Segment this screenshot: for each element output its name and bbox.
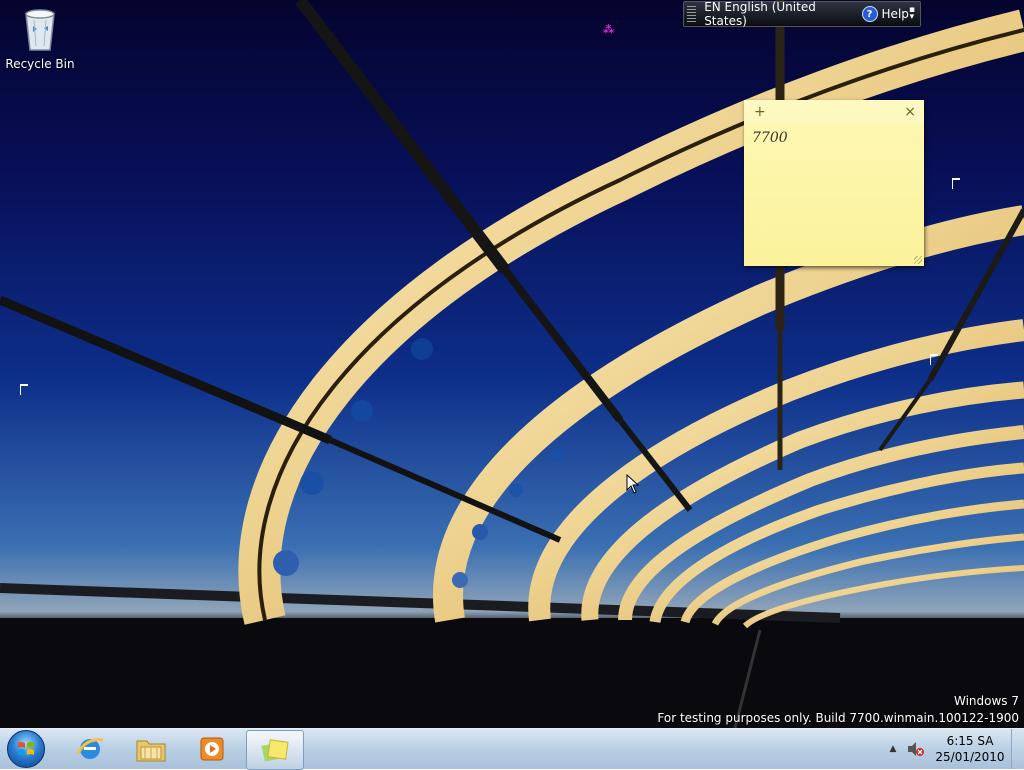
sticky-notes-icon <box>261 739 289 762</box>
show-hidden-icons-button[interactable]: ▲ <box>883 744 903 754</box>
options-menu-button[interactable]: ▪ ▾ <box>909 6 915 22</box>
windows-explorer-icon <box>136 740 166 762</box>
help-label: Help <box>881 7 909 21</box>
clock[interactable]: 6:15 SA 25/01/2010 <box>929 733 1011 765</box>
internet-explorer-button[interactable] <box>62 730 118 768</box>
clock-time: 6:15 SA <box>946 734 994 748</box>
build-watermark: Windows 7 For testing purposes only. Bui… <box>657 693 1019 727</box>
clock-date: 25/01/2010 <box>935 750 1005 764</box>
internet-explorer-icon <box>76 738 104 759</box>
grip-handle[interactable] <box>687 6 697 22</box>
media-player-button[interactable] <box>184 730 240 768</box>
close-note-button[interactable]: × <box>904 104 916 120</box>
resize-grip[interactable] <box>914 256 922 264</box>
windows-logo-icon <box>7 730 45 768</box>
new-note-button[interactable]: + <box>754 104 766 120</box>
desktop-fragment <box>930 354 938 365</box>
sticky-notes-taskbar-button[interactable] <box>246 730 304 770</box>
watermark-title: Windows 7 <box>953 694 1019 708</box>
artifact-mark: ⁂ <box>603 23 615 36</box>
system-tray: ▲ 6:15 SA 25/01/2010 <box>883 729 1024 769</box>
sticky-note[interactable]: + × 7700 <box>744 100 924 266</box>
mouse-pointer-icon <box>626 474 640 494</box>
recycle-bin-icon <box>25 9 55 51</box>
windows-explorer-button[interactable] <box>123 730 179 768</box>
taskbar: ▲ 6:15 SA 25/01/2010 <box>0 728 1024 770</box>
recycle-bin-label: Recycle Bin <box>5 57 75 71</box>
desktop[interactable]: Recycle Bin ⁂ EN English (United States)… <box>0 0 1024 728</box>
volume-muted-icon <box>908 742 924 756</box>
media-player-icon <box>200 737 224 761</box>
show-desktop-button[interactable] <box>1011 729 1024 769</box>
recycle-bin-desktop-icon[interactable]: Recycle Bin <box>4 6 76 71</box>
help-icon: ? <box>861 6 878 22</box>
desktop-fragment <box>20 384 28 395</box>
volume-button[interactable] <box>903 741 929 757</box>
sticky-note-titlebar[interactable]: + × <box>744 100 924 124</box>
start-button[interactable] <box>5 730 47 768</box>
desktop-fragment <box>952 178 960 189</box>
watermark-build: For testing purposes only. Build 7700.wi… <box>657 711 1019 725</box>
help-button[interactable]: ? Help <box>861 6 909 22</box>
sticky-note-text[interactable]: 7700 <box>744 124 924 152</box>
language-selector[interactable]: EN English (United States) <box>704 0 849 28</box>
language-bar[interactable]: EN English (United States) ? Help ▪ ▾ <box>683 0 921 28</box>
